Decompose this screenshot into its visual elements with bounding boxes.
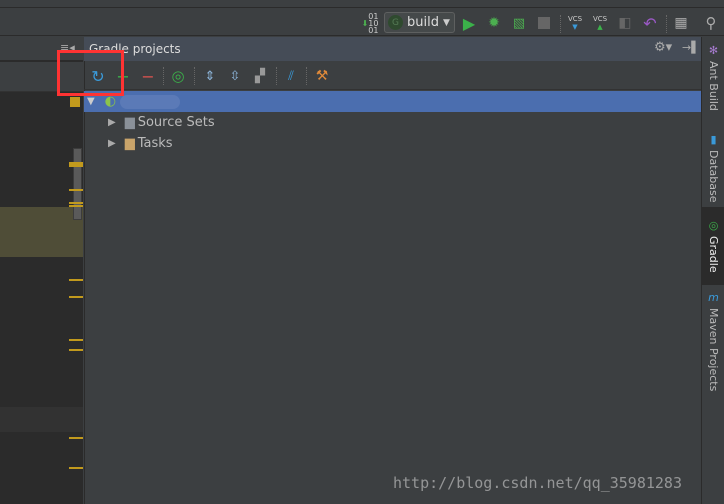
folder-tasks-icon: ▆ bbox=[124, 136, 135, 151]
expand-all-icon[interactable]: ⇕ bbox=[200, 66, 220, 86]
execute-task-icon[interactable]: ◎ bbox=[168, 66, 188, 86]
run-coverage-icon[interactable]: ▧ bbox=[510, 13, 528, 33]
remove-icon[interactable]: − bbox=[138, 66, 158, 86]
gradle-toolbar: ↻ + − ◎ ⇕ ⇳ ▞ ⫽ ⚒ bbox=[84, 62, 701, 90]
ant-icon: ✻ bbox=[708, 44, 719, 57]
chevron-down-icon: ▼ bbox=[442, 17, 450, 28]
expand-arrow-icon[interactable]: ▶ bbox=[108, 138, 116, 149]
error-stripe-mark[interactable] bbox=[69, 437, 83, 439]
collapse-all-icon[interactable]: ⇳ bbox=[225, 66, 245, 86]
analysis-status-icon bbox=[70, 97, 80, 107]
hide-icon[interactable]: →▌ bbox=[682, 41, 700, 54]
watermark: http://blog.csdn.net/qq_35981283 bbox=[393, 474, 682, 492]
tab-database[interactable]: ▮ Database bbox=[702, 133, 724, 203]
main-toolbar: ⬇ 01 10 01 G build ▼ ▶ ✹ ▧ VCS ▼ VCS ▲ ◧ ↶ ▦ … bbox=[0, 9, 724, 36]
tree-item-label: Source Sets bbox=[137, 115, 215, 130]
tree-item-tasks[interactable]: ▶ ▆ Tasks bbox=[84, 133, 701, 154]
link-icon[interactable]: ⫽ bbox=[281, 66, 301, 86]
debug-icon[interactable]: ✹ bbox=[485, 13, 503, 33]
group-modules-icon[interactable]: ▞ bbox=[250, 66, 270, 86]
expand-arrow-icon[interactable]: ▶ bbox=[108, 117, 116, 128]
folder-module-icon: ▆ bbox=[124, 115, 135, 130]
error-stripe-mark[interactable] bbox=[69, 467, 83, 469]
vcs-update-icon[interactable]: VCS ▼ bbox=[566, 13, 584, 33]
database-icon: ▮ bbox=[710, 133, 717, 146]
tab-gradle[interactable]: ◎ Gradle bbox=[702, 207, 724, 285]
editor-area bbox=[0, 37, 83, 504]
vcs-commit-icon[interactable]: VCS ▲ bbox=[591, 13, 609, 33]
run-config-label: build bbox=[407, 15, 439, 30]
gradle-config-icon: G bbox=[388, 15, 403, 30]
error-stripe-mark[interactable] bbox=[69, 339, 83, 341]
collapse-arrow-icon[interactable]: ▼ bbox=[87, 96, 95, 107]
error-stripe-mark[interactable] bbox=[69, 189, 83, 191]
tree-item-source-sets[interactable]: ▶ ▆ Source Sets bbox=[84, 112, 701, 133]
project-name-redacted bbox=[120, 94, 181, 109]
run-icon[interactable]: ▶ bbox=[460, 13, 478, 33]
maven-icon: m bbox=[708, 291, 719, 304]
stop-icon[interactable] bbox=[536, 13, 552, 33]
tree-root-row[interactable]: ▼ ◐ bbox=[84, 91, 701, 112]
tab-maven-projects[interactable]: m Maven Projects bbox=[702, 291, 724, 391]
editor-highlight bbox=[0, 207, 83, 257]
tab-ant-build[interactable]: ✻ Ant Build bbox=[702, 44, 724, 111]
error-stripe-mark[interactable] bbox=[69, 296, 83, 298]
tree-item-label: Tasks bbox=[137, 136, 173, 151]
make-project-icon[interactable]: ⬇ 01 10 01 bbox=[362, 12, 379, 34]
run-config-dropdown[interactable]: G build ▼ bbox=[384, 12, 455, 33]
gradle-project-icon: ◐ bbox=[104, 94, 117, 109]
error-stripe-mark[interactable] bbox=[69, 202, 83, 204]
error-stripe-mark[interactable] bbox=[69, 279, 83, 281]
revert-icon[interactable]: ↶ bbox=[641, 13, 659, 33]
title-bar bbox=[0, 0, 724, 8]
error-stripe-mark[interactable] bbox=[69, 205, 83, 207]
right-tool-strip: ✻ Ant Build ▮ Database ◎ Gradle m Maven Proj… bbox=[701, 37, 724, 504]
gradle-icon: ◎ bbox=[708, 219, 719, 232]
vcs-history-icon[interactable]: ◧ bbox=[616, 13, 634, 33]
error-stripe-mark[interactable] bbox=[69, 162, 83, 167]
project-structure-icon[interactable]: ▦ bbox=[672, 13, 690, 33]
editor-scrollbar[interactable] bbox=[73, 148, 82, 220]
settings-wrench-icon[interactable]: ⚒ bbox=[312, 66, 332, 86]
search-icon[interactable]: ⚲ bbox=[702, 13, 720, 33]
editor-current-line bbox=[0, 407, 83, 432]
highlight-box bbox=[57, 50, 124, 96]
error-stripe-mark[interactable] bbox=[69, 349, 83, 351]
gear-icon[interactable]: ⚙▾ bbox=[654, 40, 672, 55]
